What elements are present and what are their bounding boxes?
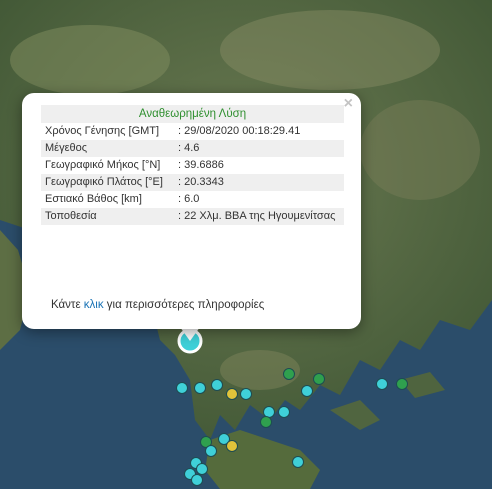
earthquake-marker[interactable]: [260, 416, 272, 428]
earthquake-marker[interactable]: [278, 406, 290, 418]
detail-row-depth: Εστιακό Βάθος [km] : 6.0: [41, 191, 344, 208]
detail-value: : 22 Χλμ. ΒΒΑ της Ηγουμενίτσας: [174, 208, 344, 225]
earthquake-marker[interactable]: [211, 379, 223, 391]
detail-row-longitude: Γεωγραφικό Πλάτος [°E] : 20.3343: [41, 174, 344, 191]
detail-label: Τοποθεσία: [41, 208, 174, 225]
more-info-link[interactable]: κλικ: [84, 299, 104, 311]
earthquake-marker[interactable]: [292, 456, 304, 468]
earthquake-marker[interactable]: [176, 382, 188, 394]
popup-title: Αναθεωρημένη Λύση: [41, 105, 344, 123]
detail-row-location: Τοποθεσία : 22 Χλμ. ΒΒΑ της Ηγουμενίτσας: [41, 208, 344, 225]
earthquake-marker[interactable]: [240, 388, 252, 400]
earthquake-marker[interactable]: [283, 368, 295, 380]
detail-row-origin-time: Χρόνος Γένησης [GMT] : 29/08/2020 00:18:…: [41, 123, 344, 140]
earthquake-marker[interactable]: [226, 440, 238, 452]
earthquake-popup: × Αναθεωρημένη Λύση Χρόνος Γένησης [GMT]…: [22, 93, 361, 329]
detail-label: Γεωγραφικό Πλάτος [°E]: [41, 174, 174, 191]
footer-prefix: Κάντε: [51, 299, 84, 311]
detail-label: Χρόνος Γένησης [GMT]: [45, 125, 160, 137]
popup-footer: Κάντε κλικ για περισσότερες πληροφορίες: [51, 299, 264, 311]
detail-value: : 6.0: [178, 193, 200, 205]
detail-value: : 4.6: [174, 140, 344, 157]
detail-value: : 39.6886: [178, 159, 224, 171]
earthquake-marker[interactable]: [205, 445, 217, 457]
earthquake-marker[interactable]: [194, 382, 206, 394]
detail-label: Μέγεθος: [41, 140, 174, 157]
detail-value: : 29/08/2020 00:18:29.41: [178, 125, 301, 137]
footer-suffix: για περισσότερες πληροφορίες: [103, 299, 265, 311]
popup-tip: [180, 327, 200, 341]
earthquake-marker[interactable]: [376, 378, 388, 390]
detail-row-magnitude: Μέγεθος : 4.6: [41, 140, 344, 157]
earthquake-details-table: Χρόνος Γένησης [GMT] : 29/08/2020 00:18:…: [41, 123, 344, 225]
close-icon[interactable]: ×: [344, 96, 353, 112]
detail-label: Εστιακό Βάθος [km]: [45, 193, 142, 205]
earthquake-marker[interactable]: [313, 373, 325, 385]
earthquake-marker[interactable]: [191, 474, 203, 486]
detail-row-latitude: Γεωγραφικό Μήκος [°N] : 39.6886: [41, 157, 344, 174]
earthquake-marker[interactable]: [226, 388, 238, 400]
detail-value: : 20.3343: [174, 174, 344, 191]
earthquake-marker[interactable]: [396, 378, 408, 390]
detail-label: Γεωγραφικό Μήκος [°N]: [45, 159, 161, 171]
earthquake-marker[interactable]: [301, 385, 313, 397]
